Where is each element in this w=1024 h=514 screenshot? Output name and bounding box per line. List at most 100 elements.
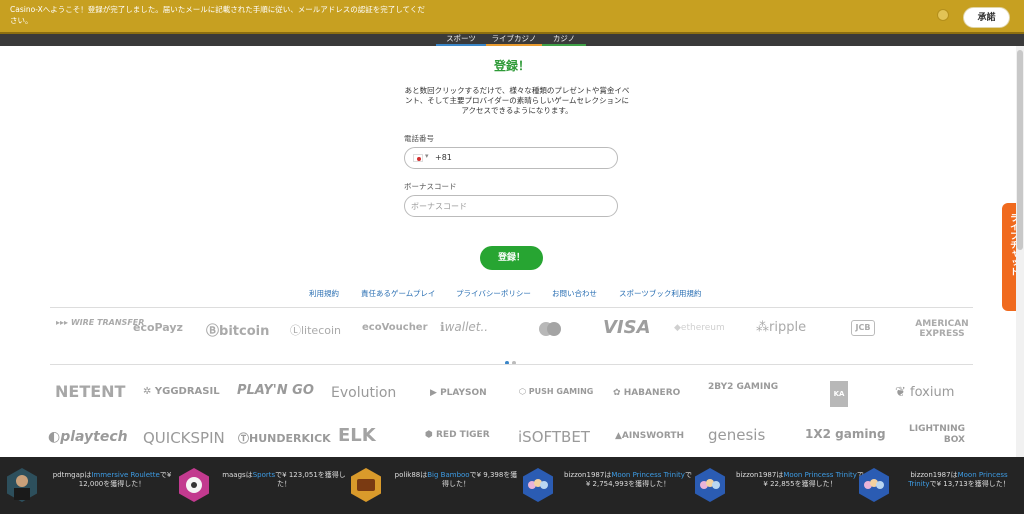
thunderkick-label: HUNDERKICK xyxy=(249,432,331,445)
bonus-code-field[interactable]: ボーナスコード xyxy=(404,195,618,217)
link-sportsbook-terms[interactable]: スポーツブック利用規約 xyxy=(619,288,701,299)
wire-transfer-logo: ▸▸▸ WIRE TRANSFER xyxy=(56,318,145,327)
playngo-logo: PLAY'N GO xyxy=(237,383,314,398)
category-nav: スポーツ ライブカジノ カジノ xyxy=(0,34,1024,46)
winner-game-link[interactable]: Moon Princess Trinity xyxy=(783,471,857,479)
footer-links: 利用規約 責任あるゲームプレイ プライバシーポリシー お問い合わせ スポーツブッ… xyxy=(0,288,1024,300)
playson-label: PLAYSON xyxy=(440,388,487,398)
yggdrasil-logo: ✲ YGGDRASIL xyxy=(143,386,220,397)
tab-casino[interactable]: カジノ xyxy=(542,34,586,46)
winner-item[interactable]: polik88はBig Bambooで¥ 9,398を獲得した！ xyxy=(348,463,518,507)
winner-game-link[interactable]: Big Bamboo xyxy=(427,471,469,479)
netent-logo: NETENT xyxy=(55,382,126,401)
phone-field[interactable]: ▾ +81 xyxy=(404,147,618,169)
ethereum-logo: ◆ethereum xyxy=(674,323,725,333)
winner-amount: ¥ 13,713を獲得した！ xyxy=(936,480,1010,488)
yggdrasil-label: YGGDRASIL xyxy=(154,386,220,397)
bonus-code-placeholder[interactable]: ボーナスコード xyxy=(411,201,467,212)
playtech-logo: ◐playtech xyxy=(48,429,128,445)
foxium-label: foxium xyxy=(910,385,955,400)
link-responsible-gaming[interactable]: 責任あるゲームプレイ xyxy=(361,288,435,299)
register-button[interactable]: 登録！ xyxy=(480,246,543,270)
winner-item[interactable]: bizzon1987はMoon Princess Trinityで¥ 13,71… xyxy=(856,463,1020,507)
page-title: 登録！ xyxy=(493,59,530,73)
winner-amount: ¥ 22,855を獲得した！ xyxy=(763,480,837,488)
thunderkick-logo: ⓉHUNDERKICK xyxy=(238,432,331,445)
quickspin-logo: QUICKSPIN xyxy=(143,429,225,447)
registration-description: あと数回クリックするだけで、様々な種類のプレゼントや賞金イベント、そして主要プロ… xyxy=(404,86,630,115)
divider xyxy=(50,307,973,308)
winner-mid: で xyxy=(159,471,167,479)
moon-princess-icon xyxy=(859,468,889,502)
welcome-notice-banner: Casino-Xへようこそ！登録が完了しました。届いたメールに記載された手順に従… xyxy=(0,0,1024,34)
link-contact[interactable]: お問い合わせ xyxy=(552,288,597,299)
notice-info-icon xyxy=(937,9,949,21)
link-terms[interactable]: 利用規約 xyxy=(309,288,339,299)
accept-button[interactable]: 承諾 xyxy=(963,7,1010,28)
elk-studios-logo: ELK xyxy=(338,425,376,446)
winner-item[interactable]: bizzon1987はMoon Princess Trinityで¥ 22,85… xyxy=(692,463,864,507)
litecoin-label: litecoin xyxy=(301,324,341,337)
push-gaming-logo: ⬡ PUSH GAMING xyxy=(519,387,594,396)
bitcoin-label: bitcoin xyxy=(219,324,270,339)
tab-sports[interactable]: スポーツ xyxy=(436,34,486,46)
page-scrollbar[interactable] xyxy=(1016,46,1024,457)
moon-princess-icon xyxy=(523,468,553,502)
evolution-logo: Evolution xyxy=(331,385,397,401)
kalamba-logo: KA xyxy=(830,381,848,407)
winner-text: polik88はBig Bambooで¥ 9,398を獲得した！ xyxy=(392,471,520,489)
ripple-label: ripple xyxy=(769,320,807,335)
chevron-down-icon[interactable]: ▾ xyxy=(425,152,429,160)
winner-mid: で xyxy=(684,471,692,479)
push-gaming-label: PUSH GAMING xyxy=(528,387,594,396)
carousel-dots xyxy=(505,350,519,369)
lightning-box-logo: LIGHTNING BOX xyxy=(909,424,965,445)
winner-item[interactable]: maagsはSportsで¥ 123,051を獲得した！ xyxy=(176,463,346,507)
bonus-code-label: ボーナスコード xyxy=(404,182,457,191)
roulette-dealer-icon xyxy=(7,468,37,502)
phone-country-code[interactable]: +81 xyxy=(435,153,452,162)
foxium-logo: ❦ foxium xyxy=(895,385,955,400)
bitcoin-logo: Ⓑbitcoin xyxy=(206,324,270,339)
winner-user: maagsは xyxy=(222,471,253,479)
winner-item[interactable]: bizzon1987はMoon Princess Trinityで ¥ 2,754… xyxy=(520,463,692,507)
playson-logo: ▶ PLAYSON xyxy=(430,388,487,398)
winner-item[interactable]: pdtmgapはImmersive Rouletteで¥ 12,000を獲得した… xyxy=(4,463,174,507)
winner-text: bizzon1987はMoon Princess Trinityで¥ 13,71… xyxy=(900,471,1018,489)
isoftbet-logo: iSOFTBET xyxy=(518,428,590,446)
phone-label: 電話番号 xyxy=(404,134,434,143)
big-bamboo-icon xyxy=(351,468,381,502)
ripple-logo: ⁂ripple xyxy=(756,320,807,335)
mastercard-icon xyxy=(539,322,561,336)
habanero-label: HABANERO xyxy=(623,388,681,398)
ainsworth-logo: ▲AINSWORTH xyxy=(615,431,685,441)
winner-mid: で xyxy=(469,471,477,479)
moon-princess-icon xyxy=(695,468,725,502)
iwallet-logo: ℹwallet.. xyxy=(440,320,489,334)
winner-text: bizzon1987はMoon Princess Trinityで ¥ 2,754… xyxy=(564,471,692,489)
ecopayz-logo: ecoPayz xyxy=(133,321,183,334)
2by2-gaming-logo: 2BY2 GAMING xyxy=(708,382,779,392)
litecoin-logo: Ⓛlitecoin xyxy=(290,324,341,337)
winner-user: bizzon1987は xyxy=(564,471,612,479)
scrollbar-thumb[interactable] xyxy=(1017,50,1023,250)
winner-text: bizzon1987はMoon Princess Trinityで¥ 22,85… xyxy=(736,471,864,489)
red-tiger-logo: ⬢ RED TIGER xyxy=(425,430,490,440)
ecovoucher-logo: ecoVoucher xyxy=(362,322,428,333)
winner-text: pdtmgapはImmersive Rouletteで¥ 12,000を獲得した… xyxy=(48,471,176,489)
link-privacy-policy[interactable]: プライバシーポリシー xyxy=(456,288,531,299)
winner-game-link[interactable]: Immersive Roulette xyxy=(91,471,159,479)
jcb-logo: JCB xyxy=(851,320,875,336)
tab-live-casino[interactable]: ライブカジノ xyxy=(486,34,542,46)
sports-icon xyxy=(179,468,209,502)
winner-amount: ¥ 2,754,993を獲得した！ xyxy=(585,480,671,488)
winner-user: polik88は xyxy=(394,471,428,479)
visa-logo: VISA xyxy=(603,317,651,338)
playtech-label: playtech xyxy=(60,429,128,445)
winner-user: bizzon1987は xyxy=(736,471,784,479)
japan-flag-icon[interactable] xyxy=(413,154,423,162)
ainsworth-label: AINSWORTH xyxy=(621,431,685,441)
winner-game-link[interactable]: Moon Princess Trinity xyxy=(611,471,685,479)
ethereum-label: ethereum xyxy=(680,323,725,333)
winner-game-link[interactable]: Sports xyxy=(253,471,275,479)
